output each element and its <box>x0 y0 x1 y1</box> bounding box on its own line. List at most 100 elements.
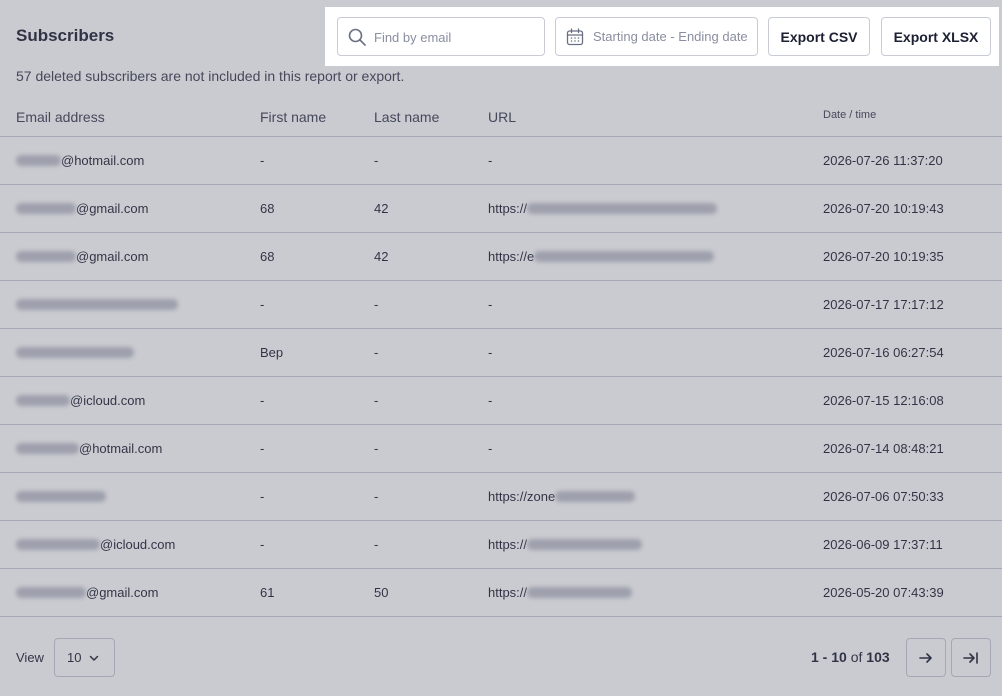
redacted-text <box>16 251 76 263</box>
table-row[interactable]: @gmail.com 68 42 https://e 2026-07-20 10… <box>0 233 1002 281</box>
url-cell[interactable]: https:// <box>488 537 643 552</box>
header-first-name[interactable]: First name <box>260 109 326 125</box>
url-cell[interactable]: https:// <box>488 585 633 600</box>
email-cell: @icloud.com <box>16 393 145 408</box>
date-range-picker[interactable]: Starting date - Ending date <box>555 17 758 56</box>
email-cell: @hotmail.com <box>16 441 162 456</box>
redacted-text <box>527 203 718 215</box>
total-count: 103 <box>866 649 890 665</box>
email-cell: @hotmail.com <box>16 153 144 168</box>
url-cell[interactable]: https:// <box>488 201 718 216</box>
date-range-placeholder: Starting date - Ending date <box>593 29 748 44</box>
redacted-text <box>527 587 633 599</box>
search-input[interactable] <box>374 27 539 47</box>
redacted-text <box>16 155 61 167</box>
table-row[interactable]: @icloud.com - - https:// 2026-06-09 17:3… <box>0 521 1002 569</box>
first-name-cell: - <box>260 489 265 504</box>
table-row[interactable]: @icloud.com - - - 2026-07-15 12:16:08 <box>0 377 1002 425</box>
page-size-select[interactable]: 10 <box>54 638 115 677</box>
next-page-button[interactable] <box>906 638 946 677</box>
url-cell: - <box>488 393 493 408</box>
table-row[interactable]: @hotmail.com - - - 2026-07-26 11:37:20 <box>0 137 1002 185</box>
table-row[interactable]: Bep - - 2026-07-16 06:27:54 <box>0 329 1002 377</box>
last-name-cell: 50 <box>374 585 389 600</box>
email-cell: @gmail.com <box>16 585 158 600</box>
email-cell: @gmail.com <box>16 201 148 216</box>
last-page-button[interactable] <box>951 638 991 677</box>
page-title: Subscribers <box>16 26 115 45</box>
email-cell: @gmail.com <box>16 249 148 264</box>
table-row[interactable]: - - https://zone 2026-07-06 07:50:33 <box>0 473 1002 521</box>
datetime-cell: 2026-07-17 17:17:12 <box>823 297 944 312</box>
table-row[interactable]: - - - 2026-07-17 17:17:12 <box>0 281 1002 329</box>
url-cell[interactable]: https://e <box>488 249 715 264</box>
url-cell: - <box>488 297 493 312</box>
of-label: of <box>850 649 863 665</box>
url-cell[interactable]: https://zone <box>488 489 636 504</box>
first-name-cell: 68 <box>260 249 275 264</box>
table-row[interactable]: @hotmail.com - - - 2026-07-14 08:48:21 <box>0 425 1002 473</box>
view-label: View <box>16 650 44 665</box>
datetime-cell: 2026-07-20 10:19:35 <box>823 249 944 264</box>
chevron-down-icon <box>89 655 99 661</box>
email-cell: @icloud.com <box>16 537 175 552</box>
url-cell: - <box>488 153 493 168</box>
datetime-cell: 2026-07-20 10:19:43 <box>823 201 944 216</box>
url-cell: - <box>488 441 493 456</box>
last-name-cell: - <box>374 489 379 504</box>
datetime-cell: 2026-05-20 07:43:39 <box>823 585 944 600</box>
redacted-text <box>16 395 70 407</box>
header-datetime[interactable]: Date / time <box>823 109 876 121</box>
last-name-cell: - <box>374 345 379 360</box>
header-last-name[interactable]: Last name <box>374 109 439 125</box>
email-cell <box>16 345 134 360</box>
first-name-cell: - <box>260 393 265 408</box>
arrow-right-icon <box>919 652 932 663</box>
deleted-notice: 57 deleted subscribers are not included … <box>16 68 405 84</box>
redacted-text <box>16 203 76 215</box>
export-csv-button[interactable]: Export CSV <box>768 17 870 56</box>
first-name-cell: - <box>260 297 265 312</box>
export-xlsx-button[interactable]: Export XLSX <box>881 17 991 56</box>
arrow-right-to-line-icon <box>963 651 978 664</box>
table-header: Email address First name Last name URL D… <box>0 96 1002 137</box>
calendar-icon <box>566 28 584 46</box>
redacted-text <box>555 491 636 503</box>
table-row[interactable]: @gmail.com 68 42 https:// 2026-07-20 10:… <box>0 185 1002 233</box>
datetime-cell: 2026-07-16 06:27:54 <box>823 345 944 360</box>
redacted-text <box>527 539 643 551</box>
datetime-cell: 2026-07-06 07:50:33 <box>823 489 944 504</box>
header-email[interactable]: Email address <box>16 109 105 125</box>
search-icon <box>348 28 366 46</box>
first-name-cell: Bep <box>260 345 284 360</box>
table-row[interactable]: @gmail.com 61 50 https:// 2026-05-20 07:… <box>0 569 1002 617</box>
first-name-cell: - <box>260 153 265 168</box>
url-cell: - <box>488 345 493 360</box>
last-name-cell: 42 <box>374 201 389 216</box>
datetime-cell: 2026-07-15 12:16:08 <box>823 393 944 408</box>
last-name-cell: - <box>374 537 379 552</box>
redacted-text <box>16 491 106 503</box>
redacted-text <box>16 299 178 311</box>
first-name-cell: - <box>260 441 265 456</box>
last-name-cell: - <box>374 153 379 168</box>
datetime-cell: 2026-06-09 17:37:11 <box>823 537 943 552</box>
toolbar: Starting date - Ending date Export CSV E… <box>325 7 999 66</box>
redacted-text <box>16 587 86 599</box>
range-value: 1 - 10 <box>811 649 847 665</box>
first-name-cell: 61 <box>260 585 275 600</box>
redacted-text <box>16 539 100 551</box>
header-url[interactable]: URL <box>488 109 516 125</box>
redacted-text <box>534 251 715 263</box>
pagination-range: 1 - 10 of 103 <box>811 649 890 665</box>
first-name-cell: 68 <box>260 201 275 216</box>
datetime-cell: 2026-07-14 08:48:21 <box>823 441 944 456</box>
email-cell <box>16 297 178 312</box>
search-box[interactable] <box>337 17 545 56</box>
datetime-cell: 2026-07-26 11:37:20 <box>823 153 943 168</box>
last-name-cell: - <box>374 441 379 456</box>
redacted-text <box>16 347 134 359</box>
first-name-cell: - <box>260 537 265 552</box>
last-name-cell: - <box>374 393 379 408</box>
page-size-value: 10 <box>67 650 82 665</box>
